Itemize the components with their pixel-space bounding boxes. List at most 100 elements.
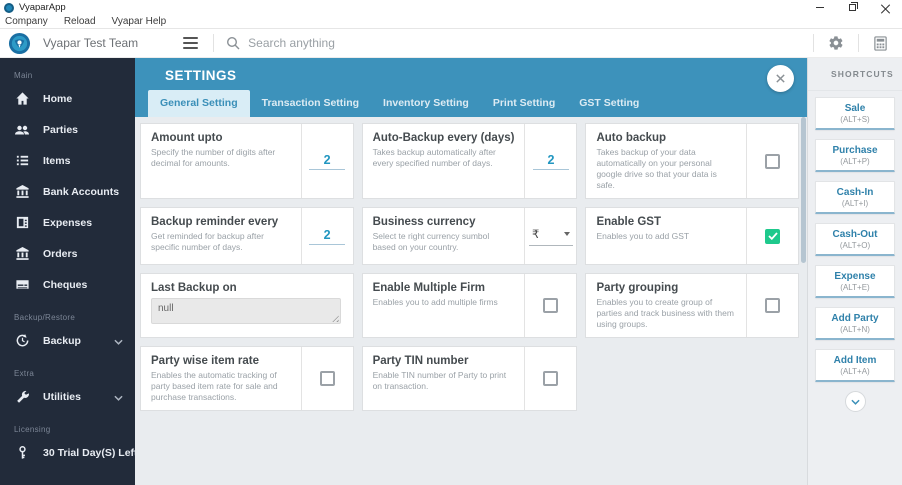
header-actions	[799, 34, 902, 52]
close-icon	[881, 3, 890, 12]
tab-gst-setting[interactable]: GST Setting	[567, 90, 651, 117]
setting-card-backup-reminder: Backup reminder every Get reminded for b…	[140, 207, 354, 266]
settings-tabs: General Setting Transaction Setting Inve…	[148, 90, 651, 117]
settings-panel: SETTINGS General Setting Transaction Set…	[135, 58, 807, 485]
app-header: Vyapar Test Team	[0, 29, 902, 58]
last-backup-textarea[interactable]: null	[151, 298, 341, 325]
license-key-icon	[14, 445, 30, 461]
tab-inventory-setting[interactable]: Inventory Setting	[371, 90, 481, 117]
setting-card-auto-backup-days: Auto-Backup every (days) Takes backup au…	[361, 123, 578, 200]
expenses-icon	[14, 215, 30, 231]
setting-card-auto-backup: Auto backup Takes backup of your data au…	[585, 123, 799, 200]
search-input[interactable]	[248, 36, 579, 50]
window-title: VyaparApp	[19, 2, 66, 13]
auto-backup-checkbox[interactable]	[765, 153, 780, 169]
divider	[213, 34, 215, 52]
setting-card-party-tin: Party TIN number Enable TIN number of Pa…	[361, 346, 578, 412]
backup-reminder-input[interactable]: 2	[309, 228, 346, 245]
shortcut-add-party-button[interactable]: Add Party (ALT+N)	[815, 307, 895, 340]
hamburger-menu-icon[interactable]	[183, 37, 199, 49]
search-icon	[227, 36, 240, 50]
party-grouping-checkbox[interactable]	[765, 298, 780, 314]
sidebar-item-home[interactable]: Home	[0, 83, 135, 114]
setting-card-party-grouping: Party grouping Enables you to create gro…	[585, 273, 799, 339]
menu-vyapar-help[interactable]: Vyapar Help	[112, 16, 167, 27]
dropdown-arrow-icon	[563, 231, 570, 236]
shortcut-cash-in-button[interactable]: Cash-In (ALT+I)	[815, 181, 895, 214]
shortcut-add-item-button[interactable]: Add Item (ALT+A)	[815, 349, 895, 382]
maximize-button[interactable]	[836, 0, 869, 15]
amount-upto-input[interactable]: 2	[309, 153, 346, 170]
more-shortcuts-button[interactable]	[844, 391, 866, 412]
window-controls	[803, 0, 902, 15]
title-bar: VyaparApp	[0, 0, 902, 15]
utilities-icon	[14, 389, 30, 405]
home-icon	[14, 91, 30, 107]
close-window-button[interactable]	[869, 0, 902, 15]
close-settings-button[interactable]	[767, 65, 794, 92]
sidebar-item-orders[interactable]: Orders	[0, 238, 135, 269]
shortcut-cash-out-button[interactable]: Cash-Out (ALT+O)	[815, 223, 895, 256]
sidebar-item-trial-days[interactable]: 30 Trial Day(S) Left.	[0, 437, 135, 468]
sidebar-item-utilities[interactable]: Utilities	[0, 381, 135, 412]
chevron-down-icon	[114, 332, 123, 350]
check-icon	[767, 232, 778, 241]
divider	[858, 34, 859, 52]
scrollbar[interactable]	[801, 117, 806, 263]
currency-select[interactable]: ₹	[528, 227, 573, 246]
section-label-main: Main	[14, 71, 33, 80]
setting-card-last-backup: Last Backup on null	[140, 273, 354, 339]
auto-backup-days-input[interactable]: 2	[532, 153, 569, 170]
sidebar-item-bank-accounts[interactable]: Bank Accounts	[0, 176, 135, 207]
menu-company[interactable]: Company	[5, 16, 48, 27]
parties-icon	[14, 122, 30, 138]
resize-grip-icon[interactable]	[331, 315, 339, 323]
setting-card-party-wise-rate: Party wise item rate Enables the automat…	[140, 346, 354, 412]
party-tin-checkbox[interactable]	[543, 371, 559, 387]
settings-gear-icon[interactable]	[828, 35, 844, 51]
vyapar-logo-icon	[8, 32, 31, 54]
app-logo-icon	[4, 2, 14, 13]
party-wise-rate-checkbox[interactable]	[319, 371, 335, 387]
tab-transaction-setting[interactable]: Transaction Setting	[250, 90, 371, 117]
search-bar[interactable]	[226, 36, 579, 50]
shortcut-purchase-button[interactable]: Purchase (ALT+P)	[815, 139, 895, 172]
section-label-extra: Extra	[14, 369, 35, 378]
tab-print-setting[interactable]: Print Setting	[481, 90, 567, 117]
company-name[interactable]: Vyapar Test Team	[43, 36, 138, 50]
shortcut-sale-button[interactable]: Sale (ALT+S)	[815, 97, 895, 130]
backup-icon	[14, 333, 30, 349]
section-label-licensing: Licensing	[14, 425, 51, 434]
orders-icon	[14, 246, 30, 262]
setting-card-business-currency: Business currency Select te right curren…	[361, 207, 578, 266]
close-icon	[776, 74, 785, 83]
setting-card-multiple-firm: Enable Multiple Firm Enables you to add …	[361, 273, 578, 339]
cheques-icon	[14, 277, 30, 293]
shortcuts-list: Sale (ALT+S) Purchase (ALT+P) Cash-In (A…	[808, 91, 902, 412]
tab-general-setting[interactable]: General Setting	[148, 90, 250, 117]
left-sidebar: Main Home Parties Items Bank Accounts Ex…	[0, 58, 135, 485]
enable-gst-checkbox[interactable]	[765, 228, 780, 244]
menu-bar: Company Reload Vyapar Help	[0, 15, 902, 29]
page-title: SETTINGS	[165, 68, 237, 83]
menu-reload[interactable]: Reload	[64, 16, 96, 27]
sidebar-item-cheques[interactable]: Cheques	[0, 269, 135, 300]
setting-card-amount-upto: Amount upto Specify the number of digits…	[140, 123, 354, 200]
sidebar-item-backup[interactable]: Backup	[0, 325, 135, 356]
section-label-backup: Backup/Restore	[14, 313, 76, 322]
shortcuts-header: SHORTCUTS	[808, 58, 902, 91]
divider	[813, 34, 814, 52]
sidebar-item-items[interactable]: Items	[0, 145, 135, 176]
settings-header: SETTINGS General Setting Transaction Set…	[135, 58, 807, 117]
calculator-icon[interactable]	[873, 35, 888, 51]
chevron-down-icon	[850, 399, 860, 405]
bank-icon	[14, 184, 30, 200]
setting-card-enable-gst: Enable GST Enables you to add GST	[585, 207, 799, 266]
shortcuts-sidebar: SHORTCUTS Sale (ALT+S) Purchase (ALT+P) …	[807, 58, 902, 485]
sidebar-item-parties[interactable]: Parties	[0, 114, 135, 145]
minimize-button[interactable]	[803, 0, 836, 15]
minimize-icon	[815, 7, 824, 8]
multiple-firm-checkbox[interactable]	[543, 298, 559, 314]
shortcut-expense-button[interactable]: Expense (ALT+E)	[815, 265, 895, 298]
sidebar-item-expenses[interactable]: Expenses	[0, 207, 135, 238]
